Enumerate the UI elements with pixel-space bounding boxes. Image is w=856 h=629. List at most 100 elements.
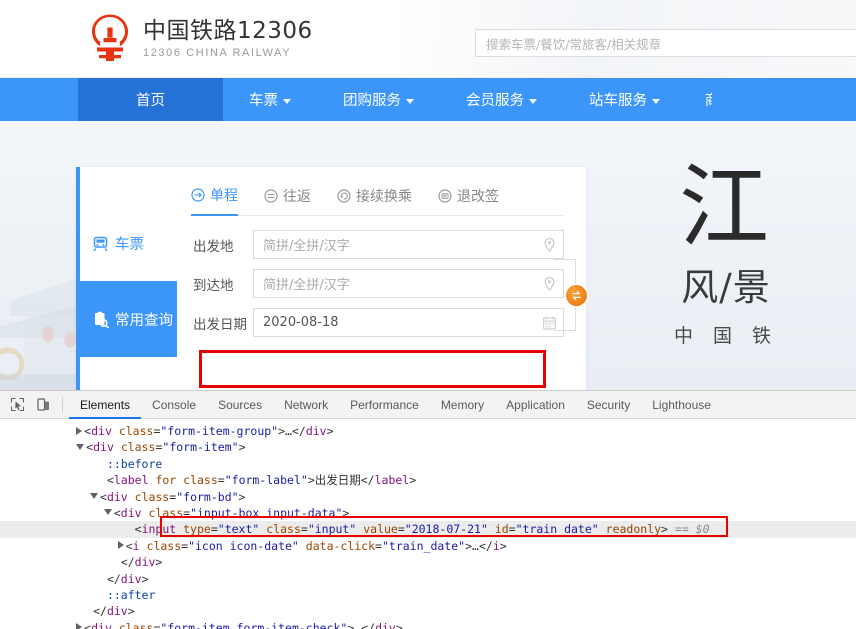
transfer-icon — [337, 189, 351, 203]
dom-line-1[interactable]: <div class="form-item"> — [0, 439, 856, 455]
code-token-at: class — [118, 424, 154, 438]
dom-line-4[interactable]: <div class="form-bd"> — [0, 489, 856, 505]
nav-item-5[interactable]: 商 — [686, 78, 712, 121]
devtools-tab-performance[interactable]: Performance — [339, 391, 430, 419]
code-token-pun — [488, 522, 495, 536]
expand-arrow-icon[interactable] — [117, 541, 124, 550]
nav-item-0[interactable]: 首页 — [78, 78, 223, 121]
tab-2[interactable]: 接续换乘 — [337, 186, 412, 215]
dom-line-3[interactable]: <label for class="form-label">出发日期</labe… — [0, 472, 856, 488]
code-token-tx: … — [472, 538, 479, 553]
code-token-pseudo: ::before — [106, 456, 163, 471]
form-row-2: 出发日期 2020-08-18 — [191, 308, 564, 337]
nav-item-4[interactable]: 站车服务 — [563, 78, 686, 121]
swap-stations-button[interactable] — [566, 285, 587, 306]
code-token-tg: div — [134, 555, 156, 570]
dom-tree[interactable]: <div class="form-item-group">…</div> <di… — [0, 419, 856, 629]
code-token-tg: div — [106, 604, 128, 619]
dom-line-8[interactable]: </div> — [0, 554, 856, 570]
tab-0[interactable]: 单程 — [191, 185, 238, 216]
nav-item-3[interactable]: 会员服务 — [440, 78, 563, 121]
devtools-tab-application[interactable]: Application — [495, 391, 576, 419]
code-token-at: data-click — [305, 538, 376, 553]
device-toolbar-glyph — [36, 398, 49, 411]
expand-arrow-icon[interactable] — [76, 426, 83, 435]
nav-left-spacer — [0, 78, 78, 121]
devtools-tab-bar: Elements Console Sources Network Performance… — [69, 391, 722, 419]
ticket-type-tabs: 单程 往返 接续换乘 退改签 — [191, 185, 564, 216]
code-token-av: "form-item" — [162, 440, 239, 455]
form-input-2[interactable]: 2020-08-18 — [253, 308, 564, 337]
location-pin-icon[interactable] — [542, 237, 557, 253]
nav-item-label: 会员服务 — [466, 93, 524, 109]
tab-label: 单程 — [210, 188, 238, 204]
devtools-tab-elements[interactable]: Elements — [69, 391, 141, 419]
collapse-arrow-icon[interactable] — [103, 509, 112, 516]
hero-caption: 中 国 铁 — [673, 324, 779, 347]
devtools-tab-network[interactable]: Network — [273, 391, 339, 419]
chevron-down-icon — [652, 98, 660, 104]
devtools-toolbar: Elements Console Sources Network Performance… — [0, 391, 856, 419]
browser-page-viewport: 中国铁路12306 12306 CHINA RAILWAY 搜索车票/餐饮/常旅… — [0, 0, 856, 390]
code-token-pun: > — [238, 440, 246, 455]
form-input-value-1: 简拼/全拼/汉字 — [263, 278, 350, 293]
form-input-value-2: 2020-08-18 — [263, 315, 339, 330]
form-input-0[interactable]: 简拼/全拼/汉字 — [253, 230, 564, 259]
code-token-at: class — [120, 440, 156, 455]
code-token-tx: 出发日期 — [314, 473, 361, 488]
device-toolbar-icon[interactable] — [30, 393, 56, 417]
dom-line-5[interactable]: <div class="input-box input-data"> — [0, 505, 856, 521]
nav-item-1[interactable]: 车票 — [223, 78, 317, 121]
code-token-at: id — [494, 522, 509, 537]
code-token-pun — [114, 440, 121, 454]
dom-line-10[interactable]: ::after — [0, 587, 856, 603]
code-token-pun: > — [326, 424, 334, 438]
code-token-pun: </ — [360, 473, 375, 488]
devtools-tab-security[interactable]: Security — [576, 391, 641, 419]
dom-line-7[interactable]: <i class="icon icon-date" data-click="tr… — [0, 538, 856, 554]
code-token-pun: = — [375, 538, 382, 553]
code-token-pun: > — [661, 522, 668, 537]
devtools-tab-sources[interactable]: Sources — [207, 391, 273, 419]
devtools-tab-console[interactable]: Console — [141, 391, 207, 419]
dom-line-6[interactable]: <input type="text" class="input" value="… — [0, 521, 856, 538]
collapse-arrow-icon[interactable] — [90, 493, 99, 500]
devtools-tab-memory[interactable]: Memory — [430, 391, 495, 419]
search-input[interactable]: 搜索车票/餐饮/常旅客/相关规章 — [475, 29, 856, 57]
code-token-pun: </ — [120, 555, 135, 570]
code-token-pun — [140, 539, 147, 553]
dom-line-2[interactable]: ::before — [0, 456, 856, 472]
code-token-av: "text" — [217, 522, 260, 537]
tab-1[interactable]: 往返 — [264, 186, 311, 215]
code-token-pun: > — [499, 538, 507, 553]
dom-line-12[interactable]: <div class="form-item form-item-check">…… — [0, 620, 856, 629]
code-token-av: "train_date" — [381, 538, 466, 553]
site-logo[interactable]: 中国铁路12306 12306 CHINA RAILWAY — [86, 14, 313, 64]
inspect-element-icon[interactable] — [4, 393, 30, 417]
code-token-pun: > — [155, 555, 163, 570]
devtools-tab-lighthouse[interactable]: Lighthouse — [641, 391, 722, 419]
tab-3[interactable]: 退改签 — [438, 186, 499, 215]
collapse-arrow-icon[interactable] — [76, 443, 85, 450]
train-icon — [93, 236, 108, 251]
code-token-pun: > — [238, 489, 246, 504]
code-token-at: class — [118, 620, 154, 629]
code-token-tg: label — [374, 473, 410, 488]
expand-arrow-icon[interactable] — [76, 623, 83, 629]
sidebar-item-tickets[interactable]: 车票 — [80, 205, 177, 281]
sidebar-item-common-queries[interactable]: 常用查询 — [80, 281, 177, 357]
dom-line-0[interactable]: <div class="form-item-group">…</div> — [0, 423, 856, 439]
dom-line-11[interactable]: </div> — [0, 603, 856, 619]
form-input-1[interactable]: 简拼/全拼/汉字 — [253, 269, 564, 298]
code-token-tg: div — [375, 620, 396, 629]
one-way-icon — [191, 188, 205, 202]
code-token-tg: i — [132, 538, 140, 553]
code-token-at: class — [183, 473, 218, 488]
logo-title-cn: 中国铁路12306 — [143, 17, 313, 44]
dom-line-9[interactable]: </div> — [0, 571, 856, 587]
chevron-down-icon — [283, 98, 291, 104]
nav-item-2[interactable]: 团购服务 — [317, 78, 440, 121]
clipboard-search-icon — [95, 311, 109, 328]
